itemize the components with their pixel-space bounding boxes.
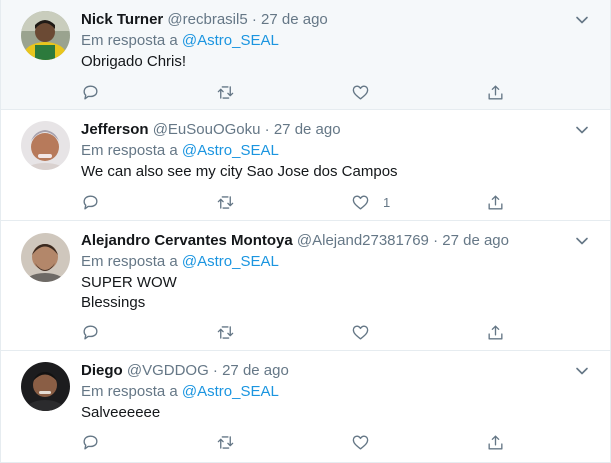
like-icon <box>352 84 369 100</box>
reply-mention-link[interactable]: @Astro_SEAL <box>182 142 279 159</box>
display-name[interactable]: Alejandro Cervantes Montoya <box>81 232 293 249</box>
avatar[interactable] <box>21 121 70 170</box>
retweet-button[interactable] <box>216 82 235 102</box>
tweet-text: Obrigado Chris! <box>81 52 186 72</box>
reply-mention-link[interactable]: @Astro_SEAL <box>182 253 279 270</box>
like-button[interactable]: 1 <box>351 192 390 212</box>
tweet-text: Salveeeeee <box>81 403 160 423</box>
like-icon <box>352 434 369 450</box>
tweet[interactable]: Alejandro Cervantes Montoya @Alejand2738… <box>1 221 610 351</box>
tweet-actions <box>81 322 521 342</box>
user-handle[interactable]: @recbrasil5 <box>167 11 247 28</box>
reply-icon <box>83 84 98 100</box>
like-icon <box>352 324 369 340</box>
reply-button[interactable] <box>81 82 100 102</box>
separator-dot: · <box>251 11 257 28</box>
reply-button[interactable] <box>81 192 100 212</box>
timestamp[interactable]: 27 de ago <box>274 121 341 138</box>
replies-feed: Nick Turner @recbrasil5 · 27 de ago Em r… <box>0 0 611 463</box>
share-icon <box>488 84 503 100</box>
like-button[interactable] <box>351 82 383 102</box>
tweet[interactable]: Diego @VGDDOG · 27 de ago Em resposta a … <box>1 351 610 463</box>
share-icon <box>488 324 503 340</box>
separator-dot: · <box>212 362 218 379</box>
share-button[interactable] <box>486 192 505 212</box>
retweet-button[interactable] <box>216 432 235 452</box>
retweet-icon <box>217 195 234 209</box>
separator-dot: · <box>264 121 270 138</box>
tweet-text: SUPER WOW Blessings <box>81 273 177 313</box>
reply-prefix: Em resposta a <box>81 32 178 49</box>
chevron-down-icon[interactable] <box>574 12 590 28</box>
retweet-button[interactable] <box>216 192 235 212</box>
timestamp[interactable]: 27 de ago <box>442 232 509 249</box>
timestamp[interactable]: 27 de ago <box>261 11 328 28</box>
chevron-down-icon[interactable] <box>574 122 590 138</box>
avatar[interactable] <box>21 11 70 60</box>
tweet[interactable]: Jefferson @EuSouOGoku · 27 de ago Em res… <box>1 110 610 221</box>
tweet[interactable]: Nick Turner @recbrasil5 · 27 de ago Em r… <box>1 0 610 110</box>
tweet-text-line: Salveeeeee <box>81 404 161 421</box>
display-name[interactable]: Nick Turner <box>81 11 163 28</box>
share-icon <box>488 194 503 210</box>
share-button[interactable] <box>486 82 505 102</box>
reply-context: Em resposta a @Astro_SEAL <box>81 141 279 161</box>
timestamp[interactable]: 27 de ago <box>222 362 289 379</box>
tweet-text-line: Obrigado Chris! <box>81 53 187 70</box>
reply-prefix: Em resposta a <box>81 383 178 400</box>
display-name[interactable]: Diego <box>81 362 123 379</box>
reply-icon <box>83 324 98 340</box>
tweet-text-line: We can also see my city Sao Jose dos Cam… <box>81 163 398 180</box>
like-button[interactable] <box>351 432 383 452</box>
tweet-text: We can also see my city Sao Jose dos Cam… <box>81 162 398 182</box>
tweet-text-line: Blessings <box>81 294 146 311</box>
tweet-actions <box>81 432 521 452</box>
user-handle[interactable]: @EuSouOGoku <box>153 121 261 138</box>
reply-context: Em resposta a @Astro_SEAL <box>81 382 279 402</box>
avatar[interactable] <box>21 362 70 411</box>
reply-context: Em resposta a @Astro_SEAL <box>81 252 279 272</box>
share-button[interactable] <box>486 432 505 452</box>
share-button[interactable] <box>486 322 505 342</box>
tweet-actions <box>81 82 521 102</box>
retweet-icon <box>217 85 234 99</box>
like-icon <box>352 194 369 210</box>
retweet-icon <box>217 325 234 339</box>
tweet-header: Nick Turner @recbrasil5 · 27 de ago <box>81 10 328 30</box>
retweet-icon <box>217 435 234 449</box>
display-name[interactable]: Jefferson <box>81 121 149 138</box>
like-count: 1 <box>383 194 391 210</box>
reply-icon <box>83 434 98 450</box>
tweet-header: Alejandro Cervantes Montoya @Alejand2738… <box>81 231 509 251</box>
reply-context: Em resposta a @Astro_SEAL <box>81 31 279 51</box>
chevron-down-icon[interactable] <box>574 233 590 249</box>
tweet-header: Jefferson @EuSouOGoku · 27 de ago <box>81 120 341 140</box>
user-handle[interactable]: @Alejand27381769 <box>297 232 429 249</box>
separator-dot: · <box>433 232 439 249</box>
reply-button[interactable] <box>81 432 100 452</box>
retweet-button[interactable] <box>216 322 235 342</box>
reply-prefix: Em resposta a <box>81 253 178 270</box>
avatar[interactable] <box>21 233 70 282</box>
like-button[interactable] <box>351 322 383 342</box>
tweet-header: Diego @VGDDOG · 27 de ago <box>81 361 289 381</box>
tweet-text-line: SUPER WOW <box>81 274 177 291</box>
reply-prefix: Em resposta a <box>81 142 178 159</box>
reply-button[interactable] <box>81 322 100 342</box>
reply-mention-link[interactable]: @Astro_SEAL <box>182 383 279 400</box>
reply-mention-link[interactable]: @Astro_SEAL <box>182 32 279 49</box>
share-icon <box>488 434 503 450</box>
tweet-actions: 1 <box>81 192 521 212</box>
reply-icon <box>83 194 98 210</box>
user-handle[interactable]: @VGDDOG <box>127 362 209 379</box>
chevron-down-icon[interactable] <box>574 363 590 379</box>
